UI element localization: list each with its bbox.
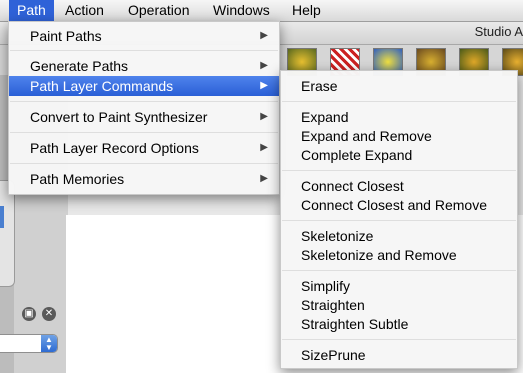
- menu-item-path-memories[interactable]: Path Memories ▶: [9, 169, 279, 189]
- menu-item-straighten[interactable]: Straighten: [281, 295, 517, 315]
- separator: [282, 220, 516, 221]
- menu-item-label: Skeletonize and Remove: [301, 247, 457, 263]
- triangle-right-icon: ▶: [260, 173, 268, 184]
- menu-item-label: Straighten Subtle: [301, 316, 409, 332]
- menu-item-straighten-subtle[interactable]: Straighten Subtle: [281, 314, 517, 334]
- menu-item-skeletonize-and-remove[interactable]: Skeletonize and Remove: [281, 245, 517, 265]
- separator: [282, 170, 516, 171]
- menu-operation[interactable]: Operation: [120, 0, 197, 21]
- triangle-right-icon: ▶: [260, 60, 268, 71]
- separator: [10, 50, 278, 51]
- popup-select[interactable]: ▲ ▼: [0, 334, 58, 353]
- menu-item-path-layer-record-options[interactable]: Path Layer Record Options ▶: [9, 138, 279, 158]
- menu-item-label: Generate Paths: [30, 58, 129, 74]
- separator: [10, 132, 278, 133]
- menu-item-label: SizePrune: [301, 347, 366, 363]
- menu-item-complete-expand[interactable]: Complete Expand: [281, 145, 517, 165]
- menu-item-label: Simplify: [301, 278, 351, 294]
- menu-bar: Path Action Operation Windows Help: [0, 0, 523, 22]
- menu-action[interactable]: Action: [57, 0, 112, 21]
- panel-tab[interactable]: [0, 206, 4, 228]
- triangle-right-icon: ▶: [260, 142, 268, 153]
- menu-item-simplify[interactable]: Simplify: [281, 276, 517, 296]
- menu-item-label: Erase: [301, 78, 338, 94]
- path-layer-commands-submenu: Erase Expand Expand and Remove Complete …: [280, 70, 518, 369]
- triangle-right-icon: ▶: [260, 111, 268, 122]
- menu-help[interactable]: Help: [284, 0, 329, 21]
- app-title: Studio A: [474, 24, 523, 39]
- separator: [10, 101, 278, 102]
- menu-item-expand[interactable]: Expand: [281, 107, 517, 127]
- separator: [282, 270, 516, 271]
- triangle-right-icon: ▶: [260, 30, 268, 41]
- menu-item-label: Complete Expand: [301, 147, 413, 163]
- menu-item-skeletonize[interactable]: Skeletonize: [281, 226, 517, 246]
- menu-item-connect-closest-and-remove[interactable]: Connect Closest and Remove: [281, 195, 517, 215]
- menu-item-generate-paths[interactable]: Generate Paths ▶: [9, 56, 279, 76]
- menu-item-label: Path Layer Record Options: [30, 140, 199, 156]
- menu-item-label: Skeletonize: [301, 228, 374, 244]
- path-menu: Paint Paths ▶ Generate Paths ▶ Path Laye…: [8, 21, 280, 195]
- separator: [10, 163, 278, 164]
- menu-item-label: Connect Closest and Remove: [301, 197, 487, 213]
- menu-item-path-layer-commands[interactable]: Path Layer Commands ▶: [9, 76, 279, 96]
- menu-item-connect-closest[interactable]: Connect Closest: [281, 176, 517, 196]
- menu-item-erase[interactable]: Erase: [281, 76, 517, 96]
- menu-item-sizeprune[interactable]: SizePrune: [281, 345, 517, 365]
- separator: [282, 339, 516, 340]
- triangle-right-icon: ▶: [260, 80, 268, 91]
- menu-windows[interactable]: Windows: [205, 0, 278, 21]
- menu-item-paint-paths[interactable]: Paint Paths ▶: [9, 26, 279, 46]
- menu-item-label: Connect Closest: [301, 178, 404, 194]
- menu-item-expand-and-remove[interactable]: Expand and Remove: [281, 126, 517, 146]
- separator: [282, 101, 516, 102]
- menu-item-label: Expand and Remove: [301, 128, 432, 144]
- menu-item-label: Path Memories: [30, 171, 125, 187]
- menu-path[interactable]: Path: [9, 0, 54, 21]
- updown-arrows-icon: ▲ ▼: [41, 335, 57, 352]
- menu-item-label: Straighten: [301, 297, 365, 313]
- side-box: [0, 180, 15, 287]
- menu-item-label: Path Layer Commands: [30, 78, 174, 94]
- menu-item-label: Expand: [301, 109, 349, 125]
- restore-icon[interactable]: ▣: [22, 307, 36, 321]
- menu-item-label: Convert to Paint Synthesizer: [30, 109, 208, 125]
- menu-item-convert-to-paint-synthesizer[interactable]: Convert to Paint Synthesizer ▶: [9, 107, 279, 127]
- menu-item-label: Paint Paths: [30, 28, 102, 44]
- close-icon[interactable]: ✕: [42, 307, 56, 321]
